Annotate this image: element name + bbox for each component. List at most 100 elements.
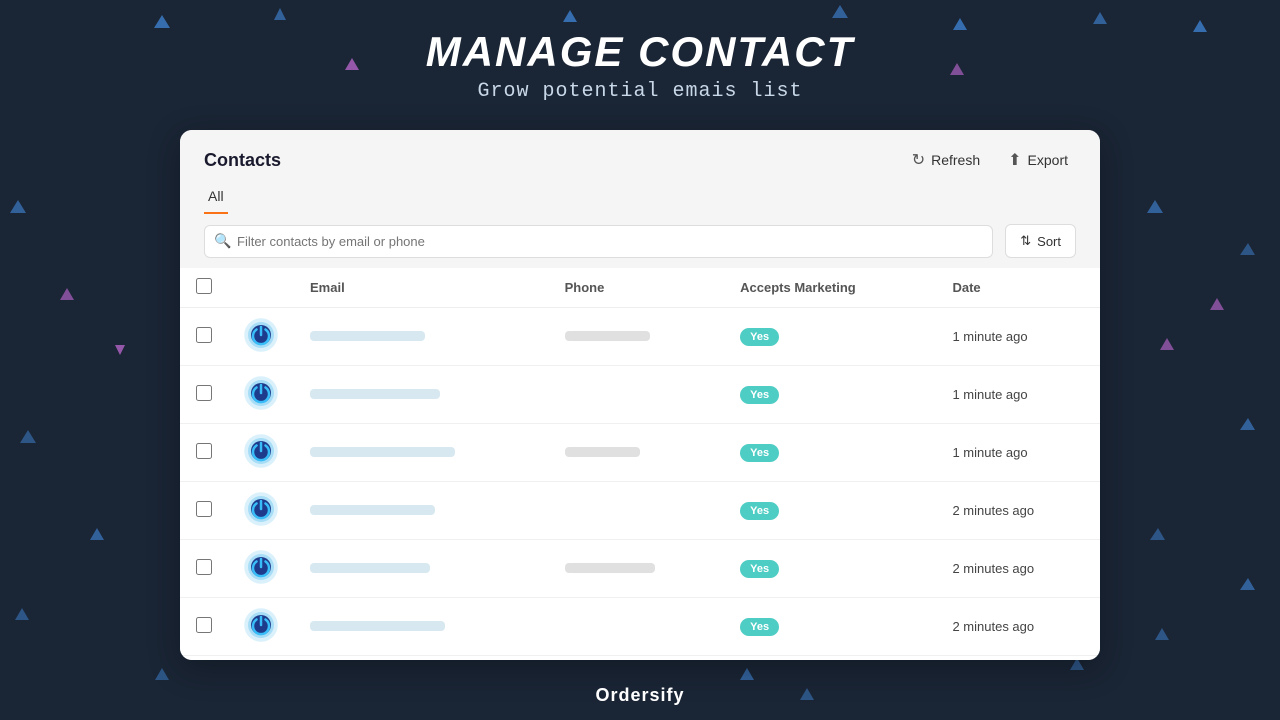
power-icon	[244, 318, 278, 352]
contacts-panel: Contacts ↻ Refresh ⬆ Export All 🔍 ⇅ Sort	[180, 130, 1100, 660]
row-checkbox-2[interactable]	[196, 443, 212, 459]
power-icon	[244, 376, 278, 410]
row-checkbox-cell	[180, 424, 228, 482]
phone-col-header: Phone	[549, 268, 725, 308]
row-checkbox-cell	[180, 482, 228, 540]
select-all-checkbox[interactable]	[196, 278, 212, 294]
phone-placeholder	[565, 447, 640, 457]
marketing-badge: Yes	[740, 618, 779, 636]
row-email-cell	[294, 656, 549, 661]
search-input[interactable]	[204, 225, 993, 258]
row-date-cell: 2 minutes ago	[936, 540, 1100, 598]
row-phone-cell	[549, 656, 725, 661]
row-checkbox-0[interactable]	[196, 327, 212, 343]
row-checkbox-cell	[180, 366, 228, 424]
toolbar-row: 🔍 ⇅ Sort	[180, 214, 1100, 268]
row-phone-cell	[549, 540, 725, 598]
table-row: Yes 1 minute ago	[180, 308, 1100, 366]
refresh-button[interactable]: ↻ Refresh	[904, 146, 988, 174]
row-phone-cell	[549, 308, 725, 366]
row-email-cell	[294, 366, 549, 424]
sort-button[interactable]: ⇅ Sort	[1005, 224, 1076, 258]
row-checkbox-1[interactable]	[196, 385, 212, 401]
table-row: Yes 2 minutes ago	[180, 656, 1100, 661]
row-marketing-cell: Yes	[724, 540, 936, 598]
row-email-cell	[294, 540, 549, 598]
marketing-badge: Yes	[740, 328, 779, 346]
email-placeholder	[310, 447, 455, 457]
row-avatar-cell	[228, 424, 294, 482]
row-avatar-cell	[228, 656, 294, 661]
export-icon: ⬆	[1008, 150, 1021, 170]
row-avatar-cell	[228, 366, 294, 424]
row-date: 2 minutes ago	[952, 561, 1034, 576]
table-container: Email Phone Accepts Marketing Date	[180, 268, 1100, 660]
row-marketing-cell: Yes	[724, 482, 936, 540]
page-title: MANAGE CONTACT	[0, 28, 1280, 76]
row-date-cell: 2 minutes ago	[936, 656, 1100, 661]
power-icon	[244, 550, 278, 584]
table-body: Yes 1 minute ago	[180, 308, 1100, 661]
row-date: 1 minute ago	[952, 329, 1027, 344]
brand-footer: Ordersify	[0, 685, 1280, 706]
export-button[interactable]: ⬆ Export	[1000, 146, 1076, 174]
row-date-cell: 1 minute ago	[936, 366, 1100, 424]
email-placeholder	[310, 331, 425, 341]
row-phone-cell	[549, 366, 725, 424]
marketing-badge: Yes	[740, 560, 779, 578]
sort-icon: ⇅	[1020, 233, 1031, 249]
email-placeholder	[310, 505, 435, 515]
row-date-cell: 1 minute ago	[936, 424, 1100, 482]
phone-placeholder	[565, 563, 655, 573]
email-placeholder	[310, 621, 445, 631]
contacts-table: Email Phone Accepts Marketing Date	[180, 268, 1100, 660]
select-all-cell	[180, 268, 228, 308]
row-phone-cell	[549, 482, 725, 540]
marketing-badge: Yes	[740, 444, 779, 462]
row-date-cell: 1 minute ago	[936, 308, 1100, 366]
row-marketing-cell: Yes	[724, 366, 936, 424]
row-avatar-cell	[228, 482, 294, 540]
row-marketing-cell: Yes	[724, 308, 936, 366]
search-wrapper: 🔍	[204, 225, 993, 258]
panel-title: Contacts	[204, 150, 281, 171]
row-checkbox-cell	[180, 540, 228, 598]
header-section: MANAGE CONTACT Grow potential emais list	[0, 0, 1280, 103]
row-checkbox-cell	[180, 656, 228, 661]
power-icon	[244, 608, 278, 642]
date-col-header: Date	[936, 268, 1100, 308]
email-col-header: Email	[294, 268, 549, 308]
table-row: Yes 1 minute ago	[180, 366, 1100, 424]
row-date: 2 minutes ago	[952, 503, 1034, 518]
row-email-cell	[294, 598, 549, 656]
row-email-cell	[294, 482, 549, 540]
table-row: Yes 2 minutes ago	[180, 482, 1100, 540]
row-date: 1 minute ago	[952, 445, 1027, 460]
row-avatar-cell	[228, 308, 294, 366]
row-checkbox-cell	[180, 598, 228, 656]
panel-header: Contacts ↻ Refresh ⬆ Export	[180, 130, 1100, 174]
tab-all[interactable]: All	[204, 180, 228, 214]
table-row: Yes 2 minutes ago	[180, 598, 1100, 656]
row-date-cell: 2 minutes ago	[936, 598, 1100, 656]
avatar-col-header	[228, 268, 294, 308]
row-date: 1 minute ago	[952, 387, 1027, 402]
refresh-label: Refresh	[931, 152, 980, 168]
row-phone-cell	[549, 598, 725, 656]
phone-placeholder	[565, 331, 650, 341]
table-row: Yes 1 minute ago	[180, 424, 1100, 482]
sort-label: Sort	[1037, 234, 1061, 249]
row-checkbox-4[interactable]	[196, 559, 212, 575]
row-checkbox-5[interactable]	[196, 617, 212, 633]
header-actions: ↻ Refresh ⬆ Export	[904, 146, 1076, 174]
row-phone-cell	[549, 424, 725, 482]
row-checkbox-3[interactable]	[196, 501, 212, 517]
table-row: Yes 2 minutes ago	[180, 540, 1100, 598]
row-email-cell	[294, 308, 549, 366]
email-placeholder	[310, 389, 440, 399]
row-avatar-cell	[228, 540, 294, 598]
export-label: Export	[1028, 152, 1068, 168]
tabs-row: All	[180, 180, 1100, 214]
brand-name: Ordersify	[595, 685, 684, 705]
row-marketing-cell: Yes	[724, 656, 936, 661]
